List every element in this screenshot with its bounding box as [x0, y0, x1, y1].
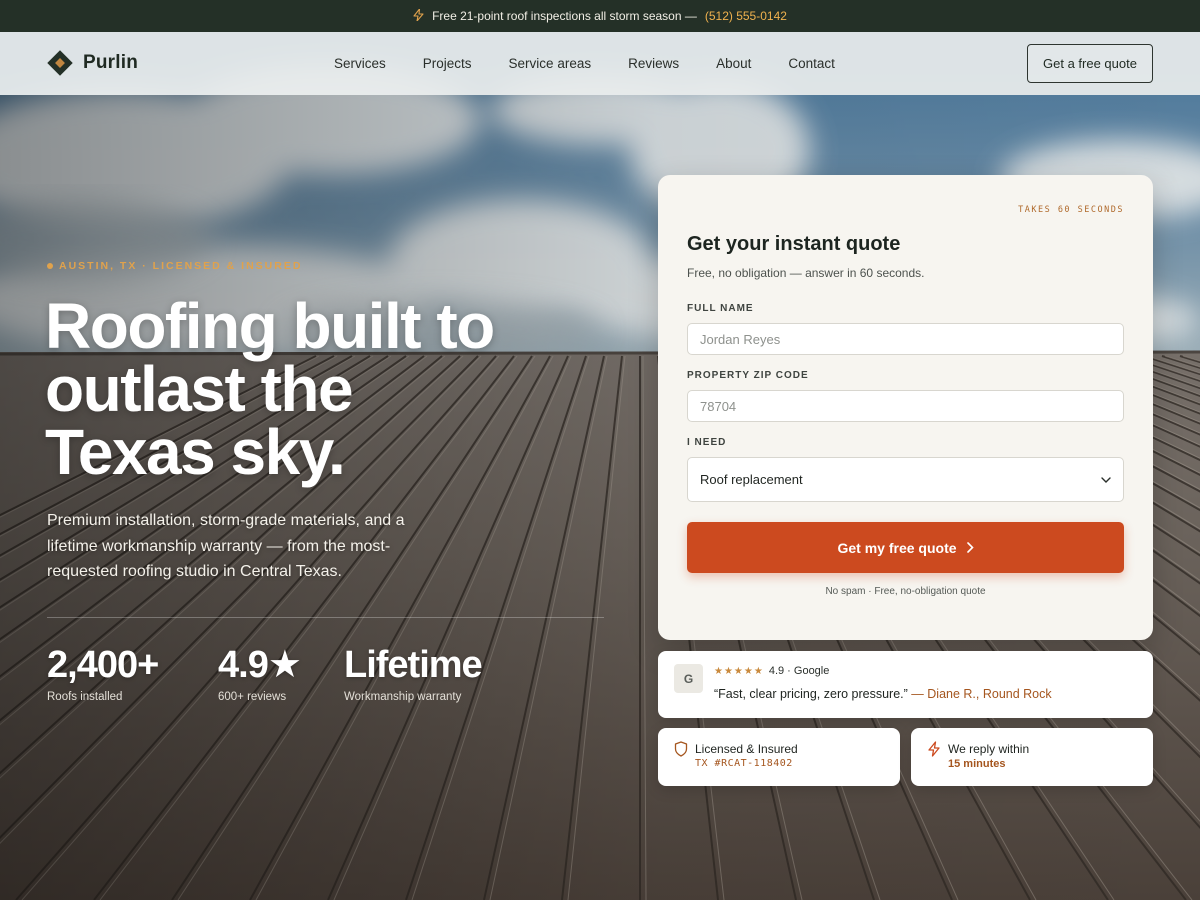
licensed-title: Licensed & Insured: [695, 742, 798, 756]
hero-divider: [47, 617, 604, 618]
brand-logo[interactable]: Purlin: [47, 50, 138, 76]
full-name-input[interactable]: [687, 323, 1124, 355]
review-card: G ★★★★★ 4.9 · Google “Fast, clear pricin…: [658, 651, 1153, 718]
nav-link-services[interactable]: Services: [334, 56, 386, 71]
stat-value: 2,400+: [47, 644, 159, 686]
reply-title: We reply within: [948, 742, 1030, 756]
headline-line-2: outlast the: [45, 353, 354, 425]
stat-label: 600+ reviews: [218, 691, 287, 703]
dot-icon: [47, 263, 53, 269]
quote-form-card: TAKES 60 SECONDS Get your instant quote …: [658, 175, 1153, 640]
nav-links: Services Projects Service areas Reviews …: [334, 32, 835, 95]
service-select[interactable]: Roof replacement: [687, 457, 1124, 502]
nav-link-service-areas[interactable]: Service areas: [509, 56, 592, 71]
stat-value: 4.9★: [218, 644, 302, 686]
main-navigation: Purlin Services Projects Service areas R…: [0, 32, 1200, 95]
review-quote: “Fast, clear pricing, zero pressure.” — …: [714, 687, 1052, 701]
nav-link-contact[interactable]: Contact: [788, 56, 835, 71]
form-title: Get your instant quote: [687, 233, 901, 255]
reply-time-badge: We reply within 15 minutes: [911, 728, 1153, 786]
time-tag: TAKES 60 SECONDS: [1018, 205, 1124, 215]
form-fineprint: No spam · Free, no-obligation quote: [825, 586, 986, 597]
license-number: TX #RCAT-118402: [695, 758, 793, 769]
submit-label: Get my free quote: [837, 539, 957, 556]
stat-label: Workmanship warranty: [344, 691, 462, 703]
phone-link[interactable]: (512) 555-0142: [705, 9, 787, 23]
stat-value: Lifetime: [344, 644, 483, 686]
nav-link-reviews[interactable]: Reviews: [628, 56, 679, 71]
service-select-value: Roof replacement: [700, 472, 803, 487]
nav-link-projects[interactable]: Projects: [423, 56, 472, 71]
google-avatar: G: [674, 664, 703, 693]
get-quote-button[interactable]: Get a free quote: [1027, 44, 1153, 83]
shield-icon: [674, 741, 688, 757]
lightning-icon: [927, 741, 941, 757]
full-name-label: FULL NAME: [687, 303, 754, 314]
licensed-badge: Licensed & Insured TX #RCAT-118402: [658, 728, 900, 786]
announcement-bar: Free 21-point roof inspections all storm…: [0, 0, 1200, 32]
stat-reviews: 4.9★ 600+ reviews: [218, 643, 302, 703]
review-author: — Diane R., Round Rock: [911, 687, 1052, 701]
headline-line-3: Texas sky.: [45, 416, 346, 488]
quote-text: “Fast, clear pricing, zero pressure.”: [714, 687, 908, 701]
stat-warranty: Lifetime Workmanship warranty: [344, 643, 483, 703]
nav-link-about[interactable]: About: [716, 56, 751, 71]
review-rating: ★★★★★ 4.9 · Google: [714, 665, 829, 677]
zip-code-label: PROPERTY ZIP CODE: [687, 370, 809, 381]
logo-diamond-icon: [47, 50, 73, 76]
hero-subcopy: Premium installation, storm-grade materi…: [47, 512, 405, 580]
chevron-right-icon: [966, 540, 974, 556]
headline-line-1: Roofing built to: [45, 290, 495, 362]
brand-name: Purlin: [83, 52, 139, 73]
stat-label: Roofs installed: [47, 691, 123, 703]
zip-code-input[interactable]: [687, 390, 1124, 422]
star-rating-icon: ★★★★★: [714, 665, 764, 677]
rating-text: 4.9 · Google: [768, 665, 830, 677]
chevron-down-icon: [1101, 474, 1111, 486]
form-subtitle: Free, no obligation — answer in 60 secon…: [687, 266, 925, 280]
need-label: I NEED: [687, 437, 727, 448]
hero-eyebrow: AUSTIN, TX · LICENSED & INSURED: [47, 260, 302, 272]
hero-headline: Roofing built to outlast the Texas sky.: [45, 294, 605, 484]
eyebrow-text: AUSTIN, TX · LICENSED & INSURED: [59, 260, 303, 272]
submit-quote-button[interactable]: Get my free quote: [687, 522, 1124, 573]
stat-roofs-installed: 2,400+ Roofs installed: [47, 643, 159, 703]
lightning-icon: [413, 7, 424, 24]
reply-time: 15 minutes: [948, 758, 1006, 770]
announcement-text: Free 21-point roof inspections all storm…: [432, 9, 697, 23]
